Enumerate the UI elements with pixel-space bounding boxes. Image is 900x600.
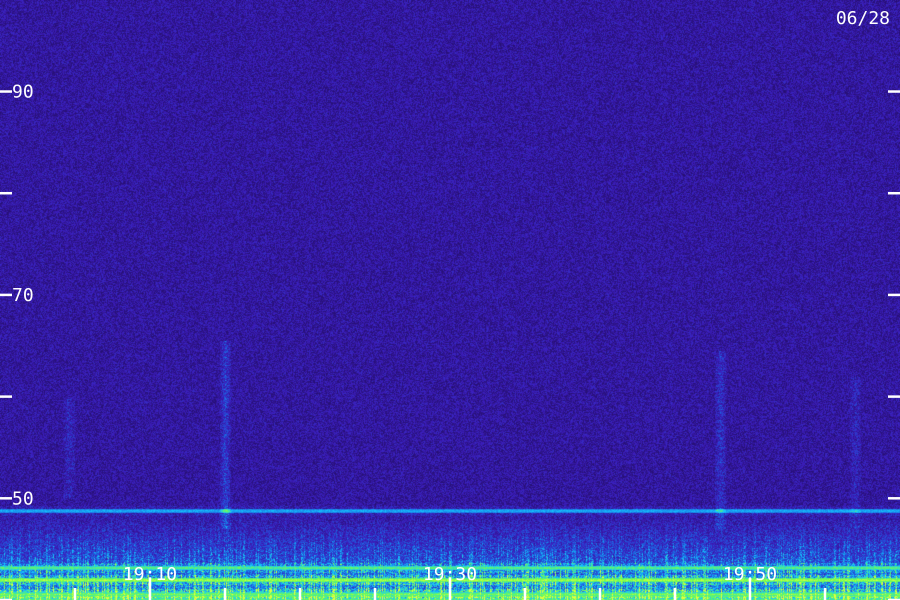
x-axis: 19:10 19:30 19:50 xyxy=(73,564,827,600)
date-label: 06/28 xyxy=(836,8,890,29)
x-tick-label: 19:30 xyxy=(423,564,477,585)
x-tick-label: 19:50 xyxy=(723,564,777,585)
y-axis: 90 70 50 xyxy=(0,82,900,600)
y-tick-label: 90 xyxy=(12,82,34,103)
y-tick-label: 70 xyxy=(12,285,34,306)
x-tick-label: 19:10 xyxy=(123,564,177,585)
chart-overlay: 90 70 50 19:10 19:30 19:50 06/28 xyxy=(0,8,900,600)
y-tick-label: 50 xyxy=(12,488,34,509)
